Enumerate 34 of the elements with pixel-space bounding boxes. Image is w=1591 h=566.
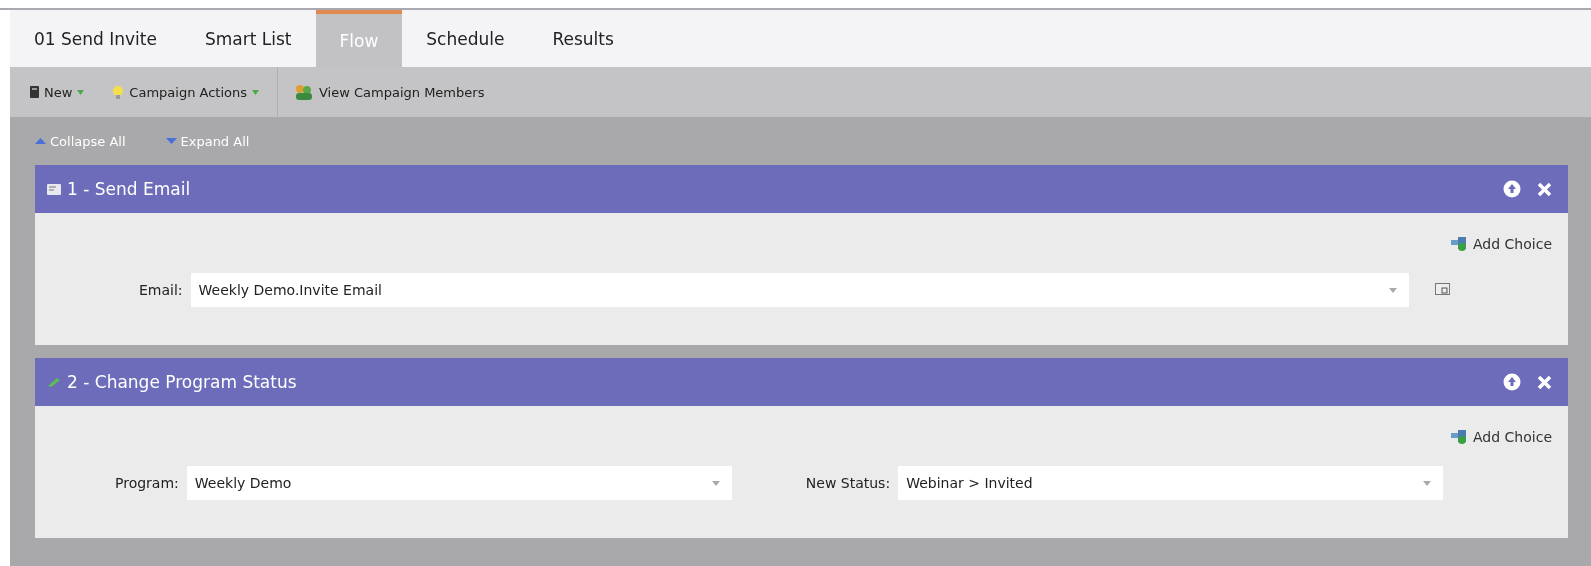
add-choice-link[interactable]: Add Choice (1451, 428, 1552, 446)
tab[interactable]: Results (528, 10, 638, 67)
field-label: Program: (115, 475, 179, 491)
tab[interactable]: Smart List (180, 10, 316, 67)
toolbar-button[interactable]: New (30, 84, 85, 100)
tab[interactable]: Schedule (402, 10, 529, 67)
people-icon (294, 84, 314, 100)
field-label: New Status: (805, 475, 891, 491)
move-up-icon[interactable] (1503, 180, 1521, 198)
caret-up-icon (35, 138, 46, 144)
dropdown-field[interactable]: Webinar > Invited (898, 466, 1444, 500)
close-icon[interactable] (1537, 374, 1552, 390)
toolbar-button[interactable]: View Campaign Members (294, 84, 485, 100)
tab[interactable]: 01 Send Invite (10, 10, 181, 67)
caret-icon (1423, 480, 1432, 486)
dropdown-field[interactable]: Weekly Demo.Invite Email (190, 273, 1409, 307)
field-label: Email: (139, 282, 183, 298)
add-choice-link[interactable]: Add Choice (1451, 235, 1552, 253)
close-icon[interactable] (1537, 181, 1552, 197)
caret-icon (77, 89, 85, 95)
preview-icon[interactable] (1434, 283, 1451, 297)
move-up-icon[interactable] (1503, 373, 1521, 391)
envelope-icon (47, 183, 61, 195)
step-title: 2 - Change Program Status (67, 372, 297, 392)
step-title: 1 - Send Email (67, 179, 191, 199)
caret-icon (711, 480, 720, 486)
caret-down-icon (165, 138, 177, 144)
dropdown-field[interactable]: Weekly Demo (186, 466, 732, 500)
lightbulb-icon (112, 84, 125, 100)
document-icon (30, 86, 39, 98)
pencil-icon (47, 377, 61, 387)
caret-icon (252, 89, 259, 95)
toolbar-button[interactable]: Campaign Actions (112, 84, 259, 100)
caret-icon (1388, 287, 1397, 293)
